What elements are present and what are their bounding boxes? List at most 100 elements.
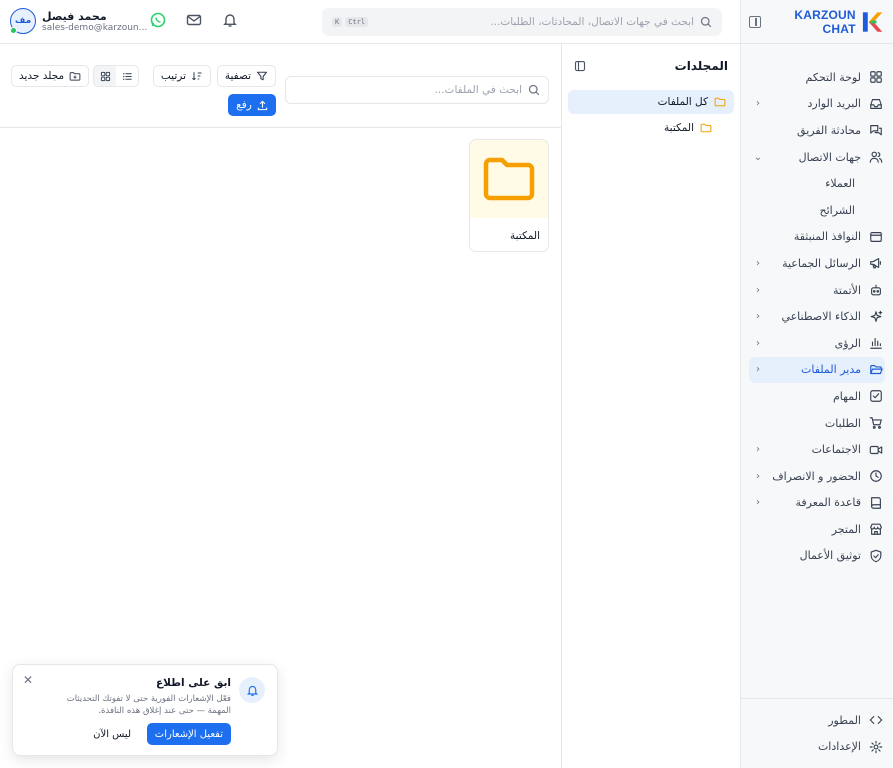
avatar[interactable]: مف xyxy=(10,8,36,34)
sort-button[interactable]: ترتيب xyxy=(152,65,211,87)
sidebar-item-11[interactable]: مدير الملفات ‹ xyxy=(749,356,885,384)
global-search-placeholder: ابحث في جهات الاتصال، المحادثات، الطلبات… xyxy=(490,16,694,28)
sidebar-item-17[interactable]: المتجر xyxy=(741,516,893,543)
folder-item-0[interactable]: كل الملفات xyxy=(568,90,734,114)
store-icon xyxy=(870,524,882,536)
sidebar-item-8[interactable]: الأتمتة ‹ xyxy=(741,277,893,304)
brand-name: KARZOUN CHAT xyxy=(794,7,856,36)
bell-icon xyxy=(246,685,258,696)
cart-icon xyxy=(869,417,882,429)
folder-icon xyxy=(700,123,712,133)
sidebar-item-label: الطلبات xyxy=(824,416,861,430)
chevron-left-icon[interactable]: ‹ xyxy=(753,364,763,375)
sidebar-item-label: الحضور و الانصراف xyxy=(772,469,861,483)
sidebar-item-18[interactable]: توثيق الأعمال xyxy=(741,543,893,570)
folders-header: المجلدات xyxy=(562,44,740,88)
sidebar-item-4[interactable]: العملاء xyxy=(741,170,893,197)
sidebar-item-label: الرسائل الجماعية xyxy=(782,256,861,270)
upload-icon xyxy=(257,100,268,110)
file-manager-main: ابحث في الملفات... تصفية ترتيب مجلد جديد… xyxy=(0,44,561,768)
chevron-left-icon[interactable]: ‹ xyxy=(753,471,763,482)
upload-label: رفع xyxy=(236,99,252,111)
megaphone-icon xyxy=(870,258,881,269)
notification-permission-toast: ابق على اطلاع فعّل الإشعارات الفورية حتى… xyxy=(12,664,278,756)
sidebar-item-label: لوحة التحكم xyxy=(805,70,861,84)
sidebar-item-6[interactable]: النوافذ المنبثقة xyxy=(741,224,893,251)
search-shortcut: Ctrl K xyxy=(332,17,369,27)
folders-panel: المجلدات كل الملفات المكتبة xyxy=(561,44,740,768)
file-toolbar: ابحث في الملفات... تصفية ترتيب مجلد جديد… xyxy=(0,44,561,128)
toast-body: فعّل الإشعارات الفورية حتى لا تفوتك التح… xyxy=(66,694,231,717)
sidebar-item-10[interactable]: الرؤى ‹ xyxy=(741,330,893,357)
sidebar-item-label: الأتمتة xyxy=(833,283,861,297)
file-search-placeholder: ابحث في الملفات... xyxy=(434,84,522,96)
sparkles-icon xyxy=(870,310,883,322)
sidebar-item-12[interactable]: المهام xyxy=(741,383,893,410)
sidebar-item-5[interactable]: الشرائح xyxy=(741,197,893,224)
bell-icon[interactable] xyxy=(222,12,238,28)
sidebar-item-9[interactable]: الذكاء الاصطناعي ‹ xyxy=(741,303,893,330)
sidebar-item-7[interactable]: الرسائل الجماعية ‹ xyxy=(741,250,893,277)
not-now-button[interactable]: ليس الآن xyxy=(87,723,137,745)
search-icon xyxy=(528,84,540,96)
folder-open-icon xyxy=(870,364,883,374)
sidebar-item-label: المطور xyxy=(828,713,861,727)
chevron-left-icon[interactable]: ‹ xyxy=(753,497,763,508)
global-search-input[interactable]: ابحث في جهات الاتصال، المحادثات، الطلبات… xyxy=(322,8,722,36)
sidebar-item-label: الرؤى xyxy=(834,336,861,350)
file-card-folder[interactable]: المكتبة xyxy=(469,139,549,252)
user-email: sales-demo@karzoun... xyxy=(42,22,148,33)
folder-item-1[interactable]: المكتبة xyxy=(568,116,734,140)
team-chat-icon xyxy=(870,125,882,136)
inbox-icon xyxy=(870,98,882,109)
gear-icon xyxy=(869,740,883,753)
dashboard-icon xyxy=(870,71,882,84)
file-search-input[interactable]: ابحث في الملفات... xyxy=(285,76,549,104)
filter-button[interactable]: تصفية xyxy=(216,65,276,87)
top-header: ابحث في جهات الاتصال، المحادثات، الطلبات… xyxy=(0,0,740,44)
sidebar-bottom: المطور الإعدادات xyxy=(741,697,893,760)
sidebar-item-13[interactable]: الطلبات xyxy=(741,410,893,437)
folder-item-label: المكتبة xyxy=(664,122,694,134)
sidebar-item-label: المهام xyxy=(833,389,861,403)
sidebar-item-2[interactable]: محادثة الفريق xyxy=(741,117,893,144)
user-menu[interactable]: مف محمد فيصل sales-demo@karzoun... xyxy=(10,8,147,34)
sidebar-item-14[interactable]: الاجتماعات ‹ xyxy=(741,436,893,463)
sidebar-item-1[interactable]: البريد الوارد ‹ xyxy=(741,91,893,118)
folders-title: المجلدات xyxy=(674,59,728,73)
close-icon[interactable]: ✕ xyxy=(23,673,33,687)
sidebar-collapse-icon[interactable] xyxy=(748,15,761,28)
chevron-left-icon[interactable]: ‹ xyxy=(753,338,763,349)
new-folder-button[interactable]: مجلد جديد xyxy=(11,65,90,87)
chevron-left-icon[interactable]: ‹ xyxy=(753,311,763,322)
sidebar-item-16[interactable]: قاعدة المعرفة ‹ xyxy=(741,490,893,517)
sidebar-bottom-item-0[interactable]: المطور xyxy=(741,707,893,734)
whatsapp-icon[interactable] xyxy=(150,12,166,28)
file-card-name: المكتبة xyxy=(510,229,540,242)
kbd-k: K xyxy=(332,17,343,27)
sidebar-item-label: مدير الملفات xyxy=(801,363,861,377)
upload-button[interactable]: رفع xyxy=(228,94,276,116)
chevron-left-icon[interactable]: ‹ xyxy=(753,98,763,109)
sidebar-bottom-item-1[interactable]: الإعدادات xyxy=(741,733,893,760)
user-name: محمد فيصل xyxy=(42,9,107,23)
popup-icon xyxy=(870,231,882,242)
list-view-button[interactable] xyxy=(116,66,138,86)
chevron-down-icon[interactable]: ⌄ xyxy=(753,152,763,163)
grid-view-button[interactable] xyxy=(94,66,116,86)
sidebar-item-15[interactable]: الحضور و الانصراف ‹ xyxy=(741,463,893,490)
sidebar-item-3[interactable]: جهات الاتصال ⌄ xyxy=(741,144,893,171)
header-icons xyxy=(150,12,238,28)
panel-toggle-icon[interactable] xyxy=(574,60,586,72)
chevron-left-icon[interactable]: ‹ xyxy=(753,285,763,296)
enable-notifications-button[interactable]: تفعيل الإشعارات xyxy=(146,723,231,745)
file-card-thumbnail xyxy=(470,140,548,218)
chevron-left-icon[interactable]: ‹ xyxy=(753,444,763,455)
sidebar-item-label: العملاء xyxy=(825,177,855,191)
chevron-left-icon[interactable]: ‹ xyxy=(753,258,763,269)
contacts-icon xyxy=(869,151,883,163)
folder-list: كل الملفات المكتبة xyxy=(562,90,740,140)
toast-title: ابق على اطلاع xyxy=(155,677,231,689)
sidebar-item-0[interactable]: لوحة التحكم xyxy=(741,64,893,91)
mail-icon[interactable] xyxy=(186,12,202,28)
